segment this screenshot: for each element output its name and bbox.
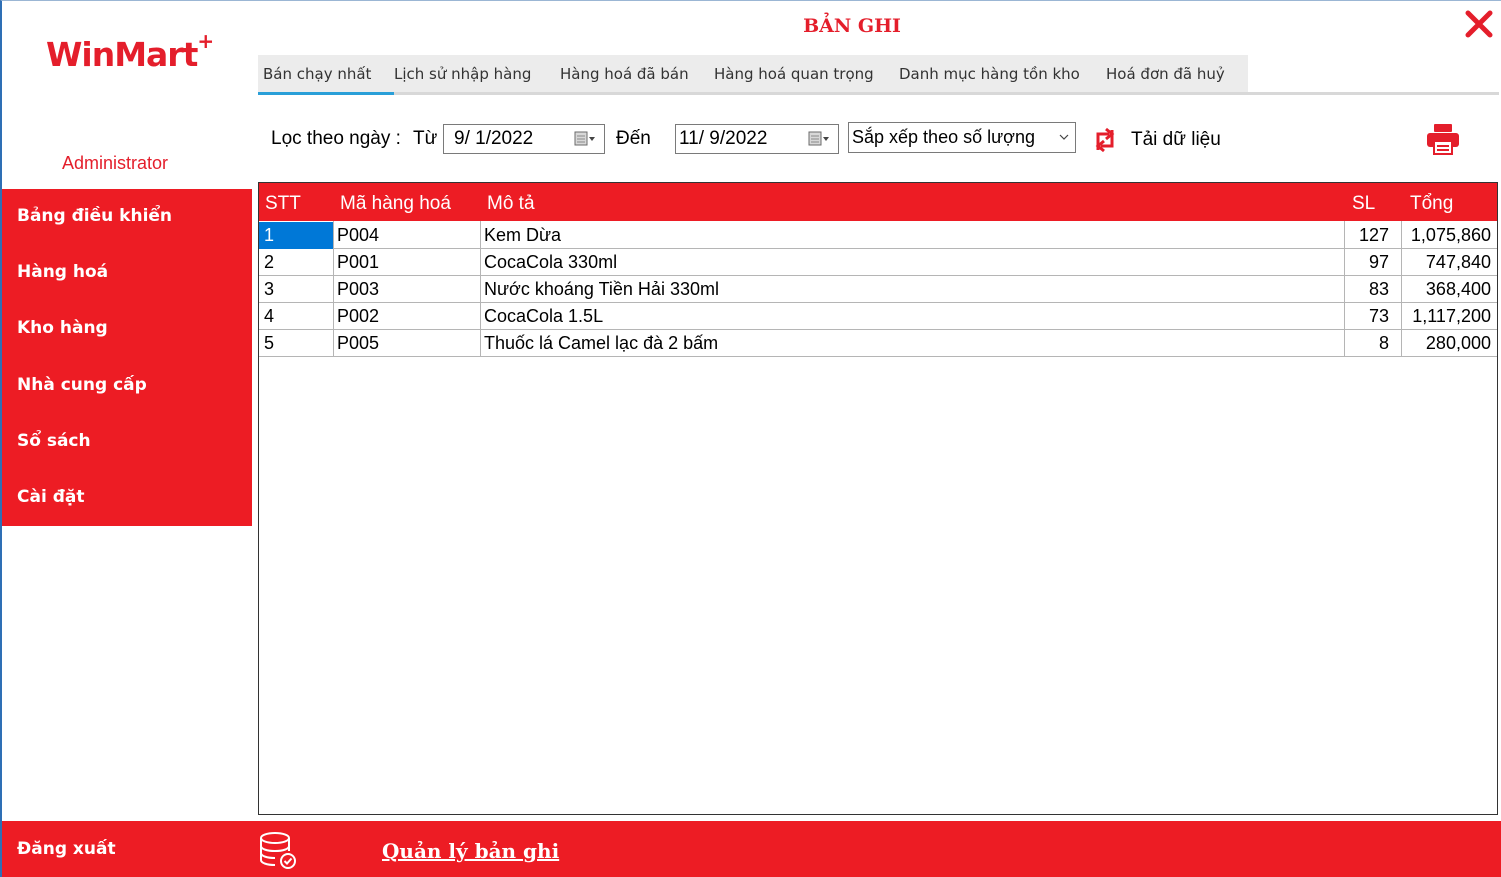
tab-inventory[interactable]: Danh mục hàng tồn kho [899,65,1080,83]
logo-plus: + [197,29,214,53]
cell-code[interactable]: P004 [337,222,477,249]
cell-stt[interactable]: 3 [259,276,333,303]
sidebar-item-warehouse[interactable]: Kho hàng [17,318,108,338]
cell-quantity[interactable]: 97 [1345,249,1389,276]
sidebar-item-products[interactable]: Hàng hoá [17,262,108,282]
cell-stt[interactable]: 2 [259,249,333,276]
sidebar: Bảng điều khiển Hàng hoá Kho hàng Nhà cu… [2,189,252,526]
calendar-icon[interactable] [574,131,596,147]
logout-button[interactable]: Đăng xuất [17,839,116,859]
table-row[interactable]: 4 P002 CocaCola 1.5L 73 1,117,200 [259,303,1497,330]
reload-icon[interactable] [1091,125,1119,155]
to-date-picker[interactable]: 11/ 9/2022 [675,124,839,154]
from-label: Từ [413,128,438,149]
database-icon [260,832,296,869]
cell-total[interactable]: 747,840 [1402,249,1491,276]
column-divider [333,221,334,357]
page-title: BẢN GHI [803,15,901,37]
cell-quantity[interactable]: 83 [1345,276,1389,303]
table-row[interactable]: 1 P004 Kem Dừa 127 1,075,860 [259,222,1497,249]
tab-important-goods[interactable]: Hàng hoá quan trọng [714,65,874,83]
column-header-code[interactable]: Mã hàng hoá [340,193,451,215]
sidebar-item-settings[interactable]: Cài đặt [17,487,84,507]
tab-divider [258,92,1499,95]
cell-description[interactable]: Thuốc lá Camel lạc đà 2 bấm [484,330,1344,357]
table-row[interactable]: 5 P005 Thuốc lá Camel lạc đà 2 bấm 8 280… [259,330,1497,357]
sidebar-item-dashboard[interactable]: Bảng điều khiển [17,206,172,226]
to-label: Đến [616,128,651,149]
sort-select-value: Sắp xếp theo số lượng [852,127,1035,147]
cell-total[interactable]: 1,117,200 [1402,303,1491,330]
column-divider [1344,221,1345,357]
column-header-quantity[interactable]: SL [1352,193,1375,215]
tab-cancelled-invoices[interactable]: Hoá đơn đã huỷ [1106,65,1225,83]
to-date-value: 11/ 9/2022 [679,128,768,149]
cell-code[interactable]: P003 [337,276,477,303]
cell-quantity[interactable]: 73 [1345,303,1389,330]
from-date-picker[interactable]: 9/ 1/2022 [443,124,605,154]
cell-code[interactable]: P005 [337,330,477,357]
table-row[interactable]: 2 P001 CocaCola 330ml 97 747,840 [259,249,1497,276]
sidebar-item-books[interactable]: Sổ sách [17,431,91,451]
cell-quantity[interactable]: 127 [1345,222,1389,249]
winmart-logo: WinMart+ [46,29,214,74]
cell-description[interactable]: Kem Dừa [484,222,1344,249]
footer-bar [2,821,1501,877]
cell-code[interactable]: P001 [337,249,477,276]
calendar-icon[interactable] [808,131,830,147]
logo-text: WinMart [46,35,198,74]
cell-description[interactable]: CocaCola 1.5L [484,303,1344,330]
sort-select[interactable]: Sắp xếp theo số lượng [848,122,1076,153]
app-window: WinMart+ Administrator Bảng điều khiển H… [0,0,1501,877]
cell-description[interactable]: CocaCola 330ml [484,249,1344,276]
table-row[interactable]: 3 P003 Nước khoáng Tiền Hải 330ml 83 368… [259,276,1497,303]
column-divider [480,221,481,357]
close-icon[interactable] [1464,9,1494,39]
cell-stt[interactable]: 1 [259,222,333,249]
cell-code[interactable]: P002 [337,303,477,330]
table-header: STT Mã hàng hoá Mô tả SL Tổng [259,183,1497,221]
user-name: Administrator [61,153,169,173]
cell-total[interactable]: 1,075,860 [1402,222,1491,249]
active-tab-indicator [258,92,394,95]
column-header-total[interactable]: Tổng [1410,193,1453,215]
from-date-value: 9/ 1/2022 [454,128,534,149]
column-header-stt[interactable]: STT [265,193,301,215]
tab-sold-goods[interactable]: Hàng hoá đã bán [560,65,689,83]
best-selling-table: STT Mã hàng hoá Mô tả SL Tổng 1 P004 Kem… [258,182,1498,815]
cell-description[interactable]: Nước khoáng Tiền Hải 330ml [484,276,1344,303]
chevron-down-icon [1059,134,1069,140]
filter-label: Lọc theo ngày : [271,128,401,149]
cell-stt[interactable]: 4 [259,303,333,330]
column-header-description[interactable]: Mô tả [487,193,535,215]
reload-data-button[interactable]: Tải dữ liệu [1131,129,1221,151]
cell-total[interactable]: 280,000 [1402,330,1491,357]
cell-stt[interactable]: 5 [259,330,333,357]
printer-icon[interactable] [1426,123,1460,155]
tab-import-history[interactable]: Lịch sử nhập hàng [394,65,531,83]
cell-total[interactable]: 368,400 [1402,276,1491,303]
column-divider [1401,221,1402,357]
cell-quantity[interactable]: 8 [1345,330,1389,357]
manage-records-link[interactable]: Quản lý bản ghi [382,839,559,863]
sidebar-item-suppliers[interactable]: Nhà cung cấp [17,375,147,395]
tab-best-selling[interactable]: Bán chạy nhất [263,65,371,83]
